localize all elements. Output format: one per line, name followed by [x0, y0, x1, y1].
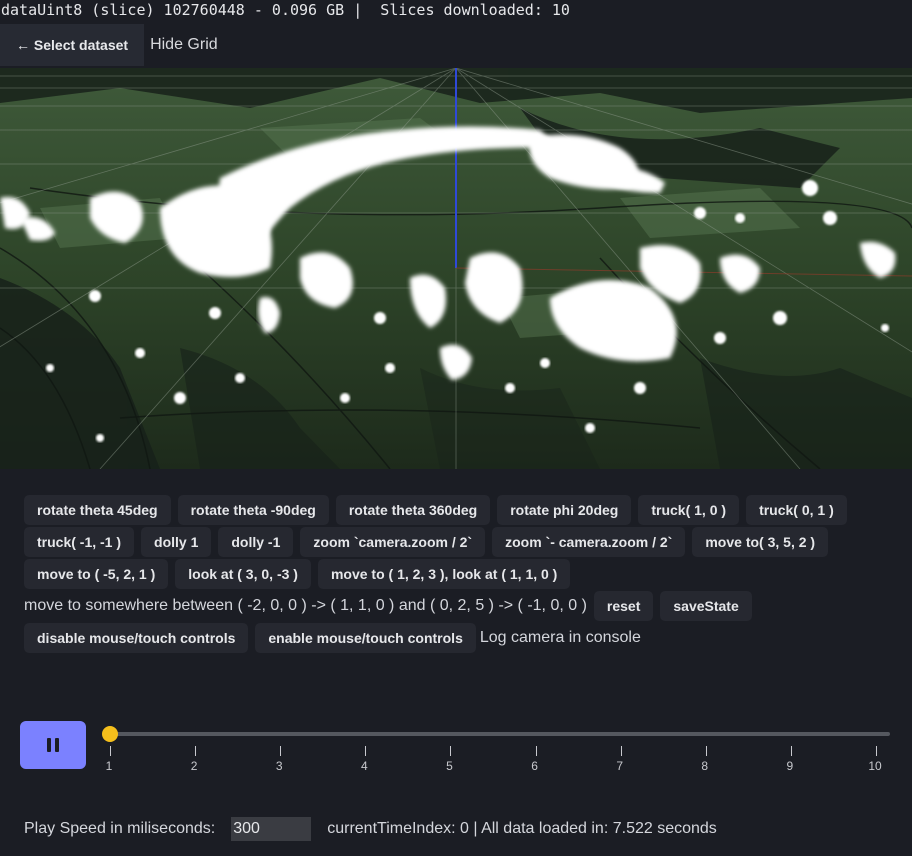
enable-controls-button[interactable]: enable mouse/touch controls	[255, 623, 476, 653]
dolly-neg1-button[interactable]: dolly -1	[218, 527, 294, 557]
footer: Play Speed in miliseconds: currentTimeIn…	[24, 817, 717, 841]
slider-tick	[535, 746, 537, 756]
rotate-theta-360-button[interactable]: rotate theta 360deg	[335, 495, 491, 525]
slider-tick-label: 6	[531, 759, 538, 773]
zoom-in-button[interactable]: zoom `camera.zoom / 2`	[300, 527, 486, 557]
3d-viewport-canvas[interactable]	[0, 68, 912, 469]
top-bar: ← Select dataset Hide Grid	[0, 24, 912, 66]
controls-row-3: move to ( -5, 2, 1 ) look at ( 3, 0, -3 …	[24, 558, 894, 590]
slider-tick	[280, 746, 282, 756]
rotate-theta-neg90-button[interactable]: rotate theta -90deg	[177, 495, 329, 525]
slider-tick-label: 7	[616, 759, 623, 773]
controls-row-4: move to somewhere between ( -2, 0, 0 ) -…	[24, 590, 894, 622]
slider-tick	[450, 746, 452, 756]
controls-row-1: rotate theta 45deg rotate theta -90deg r…	[24, 494, 894, 526]
dataset-status-line: dataUint8 (slice) 102760448 - 0.096 GB |…	[1, 1, 570, 19]
play-speed-label: Play Speed in miliseconds:	[24, 820, 216, 837]
rotate-theta-45-button[interactable]: rotate theta 45deg	[24, 495, 171, 525]
slider-tick	[195, 746, 197, 756]
truck-0-1-button[interactable]: truck( 0, 1 )	[746, 495, 847, 525]
move-to-3-5-2-button[interactable]: move to( 3, 5, 2 )	[692, 527, 829, 557]
slider-tick-label: 8	[701, 759, 709, 773]
slider-tick-label: 5	[446, 759, 453, 773]
time-index-status: currentTimeIndex: 0 | All data loaded in…	[327, 820, 717, 837]
slider-thumb[interactable]	[102, 726, 118, 742]
slider-tick	[876, 746, 877, 756]
truck-1-0-button[interactable]: truck( 1, 0 )	[638, 495, 740, 525]
move-to-and-look-at-button[interactable]: move to ( 1, 2, 3 ), look at ( 1, 1, 0 )	[317, 559, 571, 589]
slider-tick-label: 3	[275, 759, 283, 773]
look-at-3-0-neg3-button[interactable]: look at ( 3, 0, -3 )	[175, 559, 311, 589]
zoom-out-button[interactable]: zoom `- camera.zoom / 2`	[492, 527, 686, 557]
slider-tick	[110, 746, 111, 756]
dolly-1-button[interactable]: dolly 1	[141, 527, 212, 557]
move-between-link[interactable]: move to somewhere between ( -2, 0, 0 ) -…	[24, 597, 587, 615]
camera-controls: rotate theta 45deg rotate theta -90deg r…	[24, 494, 894, 654]
slider-tick	[620, 746, 622, 756]
select-dataset-button[interactable]: ← Select dataset	[0, 24, 145, 66]
slider-tick	[790, 746, 792, 756]
log-camera-link[interactable]: Log camera in console	[480, 629, 641, 647]
slider-tick	[705, 746, 707, 756]
play-speed-input[interactable]	[231, 817, 312, 841]
move-to-neg5-2-1-button[interactable]: move to ( -5, 2, 1 )	[24, 559, 169, 589]
slider-tick	[365, 746, 367, 756]
controls-row-2: truck( -1, -1 ) dolly 1 dolly -1 zoom `c…	[24, 526, 894, 558]
controls-row-5: disable mouse/touch controls enable mous…	[24, 622, 894, 654]
slider-tick-label: 4	[360, 759, 368, 773]
slider-tick-label: 10	[868, 759, 882, 773]
rotate-phi-20-button[interactable]: rotate phi 20deg	[497, 495, 632, 525]
time-slider[interactable]: 1 2 3 4 5 6 7 8 9 10	[0, 720, 912, 780]
truck-neg1-neg1-button[interactable]: truck( -1, -1 )	[24, 527, 135, 557]
slider-tick-label: 2	[190, 759, 198, 773]
slider-track[interactable]	[110, 732, 890, 736]
slider-tick-label: 1	[105, 759, 113, 773]
hide-grid-button[interactable]: Hide Grid	[150, 36, 218, 54]
slider-tick-label: 9	[786, 759, 794, 773]
save-state-button[interactable]: saveState	[660, 591, 752, 621]
reset-button[interactable]: reset	[593, 591, 654, 621]
disable-controls-button[interactable]: disable mouse/touch controls	[24, 623, 249, 653]
